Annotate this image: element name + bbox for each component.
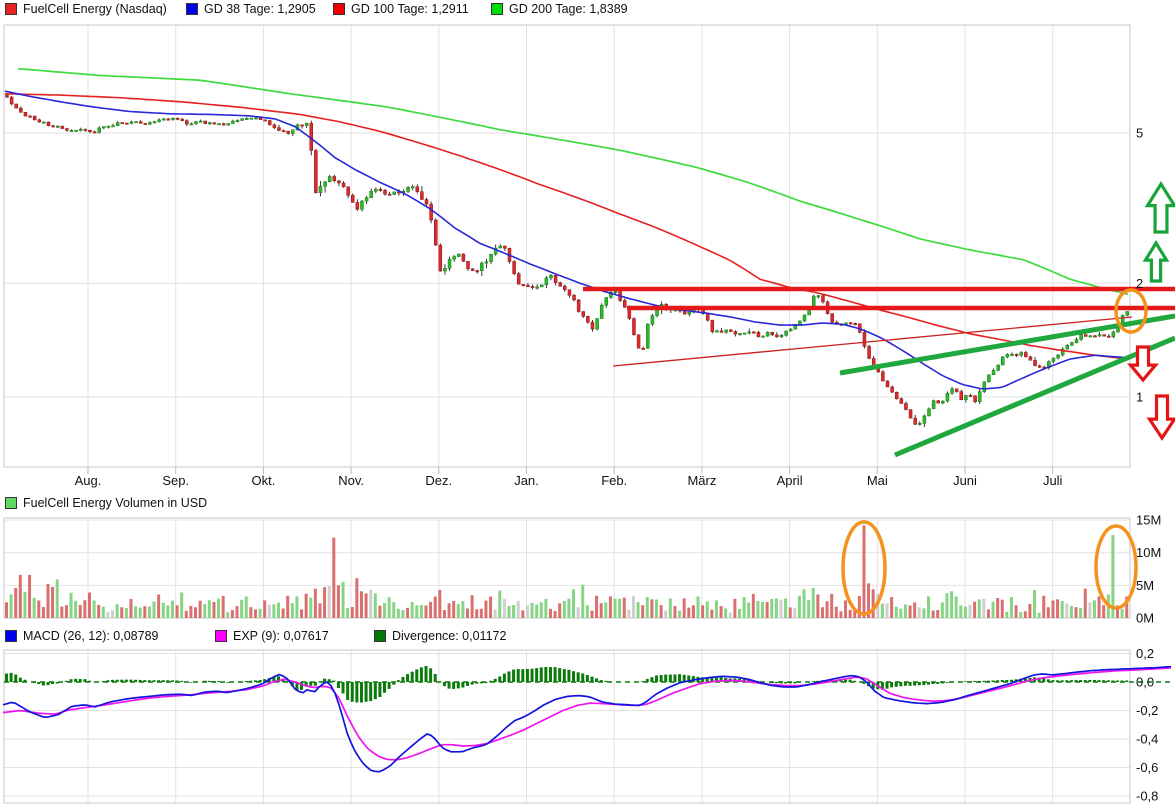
- svg-text:Jan.: Jan.: [514, 473, 539, 488]
- down-arrow-icon: [1150, 396, 1175, 438]
- svg-text:März: März: [687, 473, 716, 488]
- gd100-line: [5, 94, 1125, 359]
- legend-item-gd38: GD 38 Tage: 1,2905: [186, 2, 316, 16]
- svg-text:0M: 0M: [1136, 611, 1154, 626]
- svg-text:-0,2: -0,2: [1136, 703, 1158, 718]
- gd200-swatch-icon: [491, 3, 503, 15]
- up-arrow-icon: [1146, 243, 1167, 281]
- svg-text:5M: 5M: [1136, 578, 1154, 593]
- macd-swatch-icon: [5, 630, 17, 642]
- svg-text:Juli: Juli: [1043, 473, 1063, 488]
- volume-label: FuelCell Energy Volumen in USD: [23, 496, 207, 510]
- divergence-swatch-icon: [374, 630, 386, 642]
- macd-axis-labels: 0,2 0,0 -0,2 -0,4 -0,6 -0,8: [1136, 648, 1158, 804]
- svg-text:1: 1: [1136, 390, 1143, 405]
- volume-swatch-icon: [5, 497, 17, 509]
- svg-text:Juni: Juni: [953, 473, 977, 488]
- grid-layer: [4, 25, 1130, 474]
- svg-text:Mai: Mai: [867, 473, 888, 488]
- macd-label: MACD (26, 12): 0,08789: [23, 629, 159, 643]
- legend-item-gd100: GD 100 Tage: 1,2911: [333, 2, 469, 16]
- svg-text:-0,6: -0,6: [1136, 760, 1158, 775]
- legend-item-divergence: Divergence: 0,01172: [374, 629, 506, 643]
- price-chart[interactable]: 5 2 1 Aug. Sep. Okt. Nov. Dez. Jan. Feb. März April…: [0, 22, 1175, 492]
- macd-chart[interactable]: 0,2 0,0 -0,2 -0,4 -0,6 -0,8: [0, 648, 1175, 812]
- volume-axis-labels: 15M 10M 5M 0M: [1136, 515, 1161, 626]
- svg-text:Nov.: Nov.: [338, 473, 364, 488]
- svg-text:15M: 15M: [1136, 515, 1161, 528]
- gd100-swatch-icon: [333, 3, 345, 15]
- chart-page: { "header_legend": { "items": [ {"label"…: [0, 0, 1175, 812]
- volume-legend: FuelCell Energy Volumen in USD: [0, 494, 1175, 514]
- down-arrow-icon: [1131, 347, 1156, 380]
- macd-legend: MACD (26, 12): 0,08789 EXP (9): 0,07617 …: [0, 627, 1175, 647]
- svg-text:2: 2: [1136, 276, 1143, 291]
- price-series-swatch-icon: [5, 3, 17, 15]
- gd38-label: GD 38 Tage: 1,2905: [204, 2, 316, 16]
- gd100-label: GD 100 Tage: 1,2911: [351, 2, 469, 16]
- legend-item-volume: FuelCell Energy Volumen in USD: [5, 496, 207, 510]
- volume-chart[interactable]: 15M 10M 5M 0M: [0, 515, 1175, 627]
- svg-text:5: 5: [1136, 125, 1143, 140]
- legend-item-exp: EXP (9): 0,07617: [215, 629, 329, 643]
- gd200-label: GD 200 Tage: 1,8389: [509, 2, 628, 16]
- svg-text:Feb.: Feb.: [601, 473, 627, 488]
- gd38-swatch-icon: [186, 3, 198, 15]
- svg-text:0,0: 0,0: [1136, 675, 1154, 690]
- price-series-label: FuelCell Energy (Nasdaq): [23, 2, 167, 16]
- svg-text:-0,4: -0,4: [1136, 732, 1158, 747]
- volume-bars-layer: [5, 525, 1128, 618]
- green-trend-upper: [840, 316, 1175, 373]
- svg-text:Dez.: Dez.: [425, 473, 452, 488]
- svg-text:0,2: 0,2: [1136, 648, 1154, 661]
- candles-layer: [6, 95, 1129, 427]
- legend-item-gd200: GD 200 Tage: 1,8389: [491, 2, 628, 16]
- up-arrow-icon: [1148, 184, 1175, 232]
- svg-text:Okt.: Okt.: [251, 473, 275, 488]
- gd38-line: [5, 91, 1125, 389]
- svg-text:Sep.: Sep.: [162, 473, 189, 488]
- legend-item-macd: MACD (26, 12): 0,08789: [5, 629, 159, 643]
- time-axis-labels: Aug. Sep. Okt. Nov. Dez. Jan. Feb. März April Mai…: [75, 473, 1063, 488]
- main-chart-legend: FuelCell Energy (Nasdaq) GD 38 Tage: 1,2…: [0, 0, 1175, 20]
- macd-plot: 0,2 0,0 -0,2 -0,4 -0,6 -0,8: [3, 648, 1172, 804]
- svg-text:-0,8: -0,8: [1136, 789, 1158, 804]
- exp-label: EXP (9): 0,07617: [233, 629, 329, 643]
- svg-text:April: April: [777, 473, 803, 488]
- divergence-label: Divergence: 0,01172: [392, 629, 506, 643]
- price-plot: 5 2 1 Aug. Sep. Okt. Nov. Dez. Jan. Feb. März April…: [4, 25, 1175, 488]
- legend-item-price: FuelCell Energy (Nasdaq): [5, 2, 167, 16]
- volume-plot: 15M 10M 5M 0M: [4, 515, 1161, 626]
- svg-text:Aug.: Aug.: [75, 473, 102, 488]
- svg-text:10M: 10M: [1136, 545, 1161, 560]
- exp-swatch-icon: [215, 630, 227, 642]
